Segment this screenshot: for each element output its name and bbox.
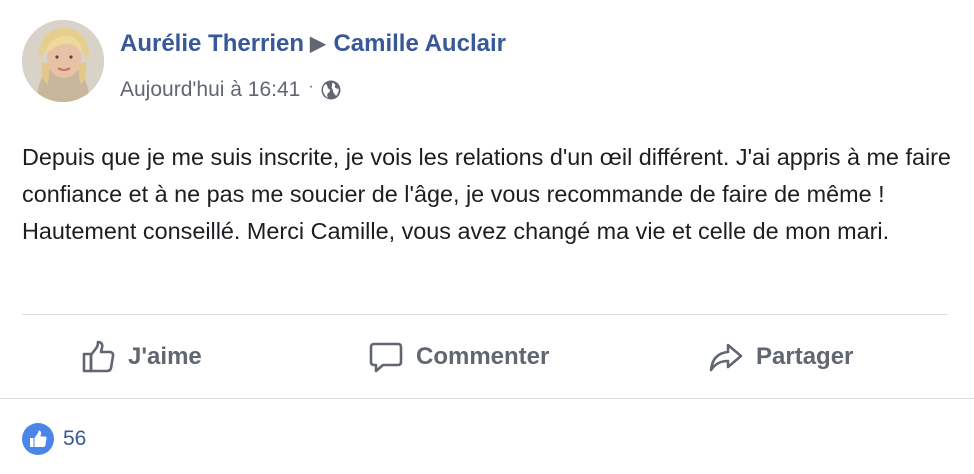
post-body-text: Depuis que je me suis inscrite, je vois … [22,144,951,244]
post-actions-bar: J'aime Commenter Partager [22,318,948,396]
share-label: Partager [756,343,854,370]
reactions-summary[interactable]: 56 [22,423,86,455]
globe-icon[interactable] [320,79,342,101]
post-author-line: Aurélie Therrien ▶ Camille Auclair [120,30,506,58]
recipient-name-link[interactable]: Camille Auclair [333,30,506,57]
author-avatar[interactable] [22,20,104,102]
thumbs-up-icon [82,340,115,373]
comment-label: Commenter [416,343,550,370]
like-label: J'aime [128,343,202,370]
share-icon [709,343,743,372]
share-button[interactable]: Partager [708,318,853,396]
like-button[interactable]: J'aime [80,318,202,396]
post-meta: Aujourd'hui à 16:41 · [120,78,342,102]
comment-button[interactable]: Commenter [368,318,549,396]
author-name-link[interactable]: Aurélie Therrien [120,30,304,57]
post-header: Aurélie Therrien ▶ Camille Auclair Aujourd… [22,20,962,104]
reactions-divider [0,398,974,399]
meta-separator: · [308,78,314,95]
post-timestamp[interactable]: Aujourd'hui à 16:41 [120,78,300,102]
like-reaction-icon [22,423,54,455]
comment-icon [369,342,403,373]
triangle-right-icon: ▶ [310,33,326,55]
like-count[interactable]: 56 [63,427,86,451]
actions-top-divider [22,314,948,315]
